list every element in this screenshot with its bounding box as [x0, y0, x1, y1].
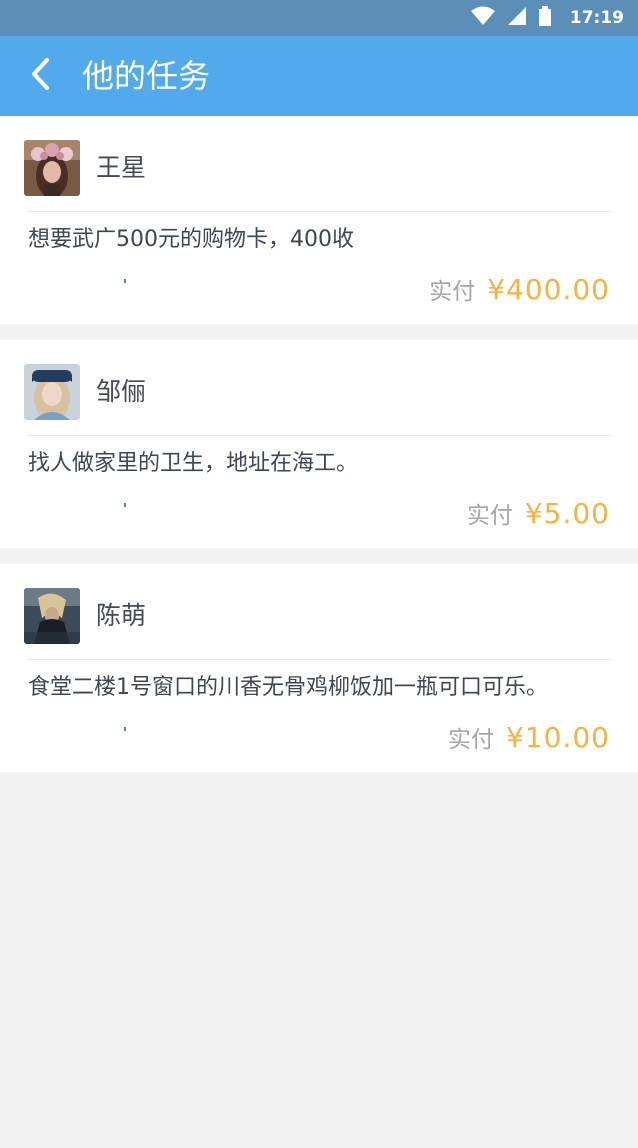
user-name: 陈萌	[96, 601, 147, 630]
pay-amount: ¥5.00	[524, 497, 610, 530]
divider	[28, 435, 610, 436]
divider	[28, 211, 610, 212]
indicator-dot	[124, 279, 126, 283]
payment-row: 实付 ¥10.00	[448, 720, 610, 758]
payment-row: 实付 ¥400.00	[429, 272, 610, 310]
divider	[28, 659, 610, 660]
pay-label: 实付	[466, 503, 513, 529]
task-card[interactable]: 王星 想要武广500元的购物卡，400收 实付 ¥400.00	[0, 116, 638, 324]
payment-row: 实付 ¥5.00	[467, 496, 610, 534]
user-name: 邹俪	[96, 377, 147, 406]
task-description: 食堂二楼1号窗口的川香无骨鸡柳饭加一瓶可口可乐。	[28, 675, 548, 700]
indicator-dot	[124, 727, 126, 731]
pay-amount: ¥10.00	[506, 721, 610, 754]
pay-amount: ¥400.00	[487, 273, 610, 306]
chevron-left-icon	[28, 57, 52, 95]
status-icons: 17:19	[470, 0, 624, 36]
avatar	[24, 588, 80, 644]
app-bar: 他的任务	[0, 36, 638, 116]
task-card[interactable]: 陈萌 食堂二楼1号窗口的川香无骨鸡柳饭加一瓶可口可乐。 实付 ¥10.00	[0, 564, 638, 772]
page-title: 他的任务	[82, 57, 211, 95]
status-time: 17:19	[569, 8, 624, 28]
avatar	[24, 140, 80, 196]
indicator-dot	[124, 503, 126, 507]
back-button[interactable]	[22, 58, 58, 94]
pay-label: 实付	[448, 727, 495, 753]
wifi-icon	[470, 6, 496, 30]
task-card[interactable]: 邹俪 找人做家里的卫生，地址在海工。 实付 ¥5.00	[0, 340, 638, 548]
avatar	[24, 364, 80, 420]
status-bar: 17:19	[0, 0, 638, 36]
pay-label: 实付	[429, 279, 476, 305]
signal-icon	[506, 6, 528, 30]
battery-icon	[538, 5, 552, 31]
user-name: 王星	[96, 153, 147, 182]
task-description: 想要武广500元的购物卡，400收	[28, 227, 354, 252]
task-description: 找人做家里的卫生，地址在海工。	[28, 451, 359, 476]
